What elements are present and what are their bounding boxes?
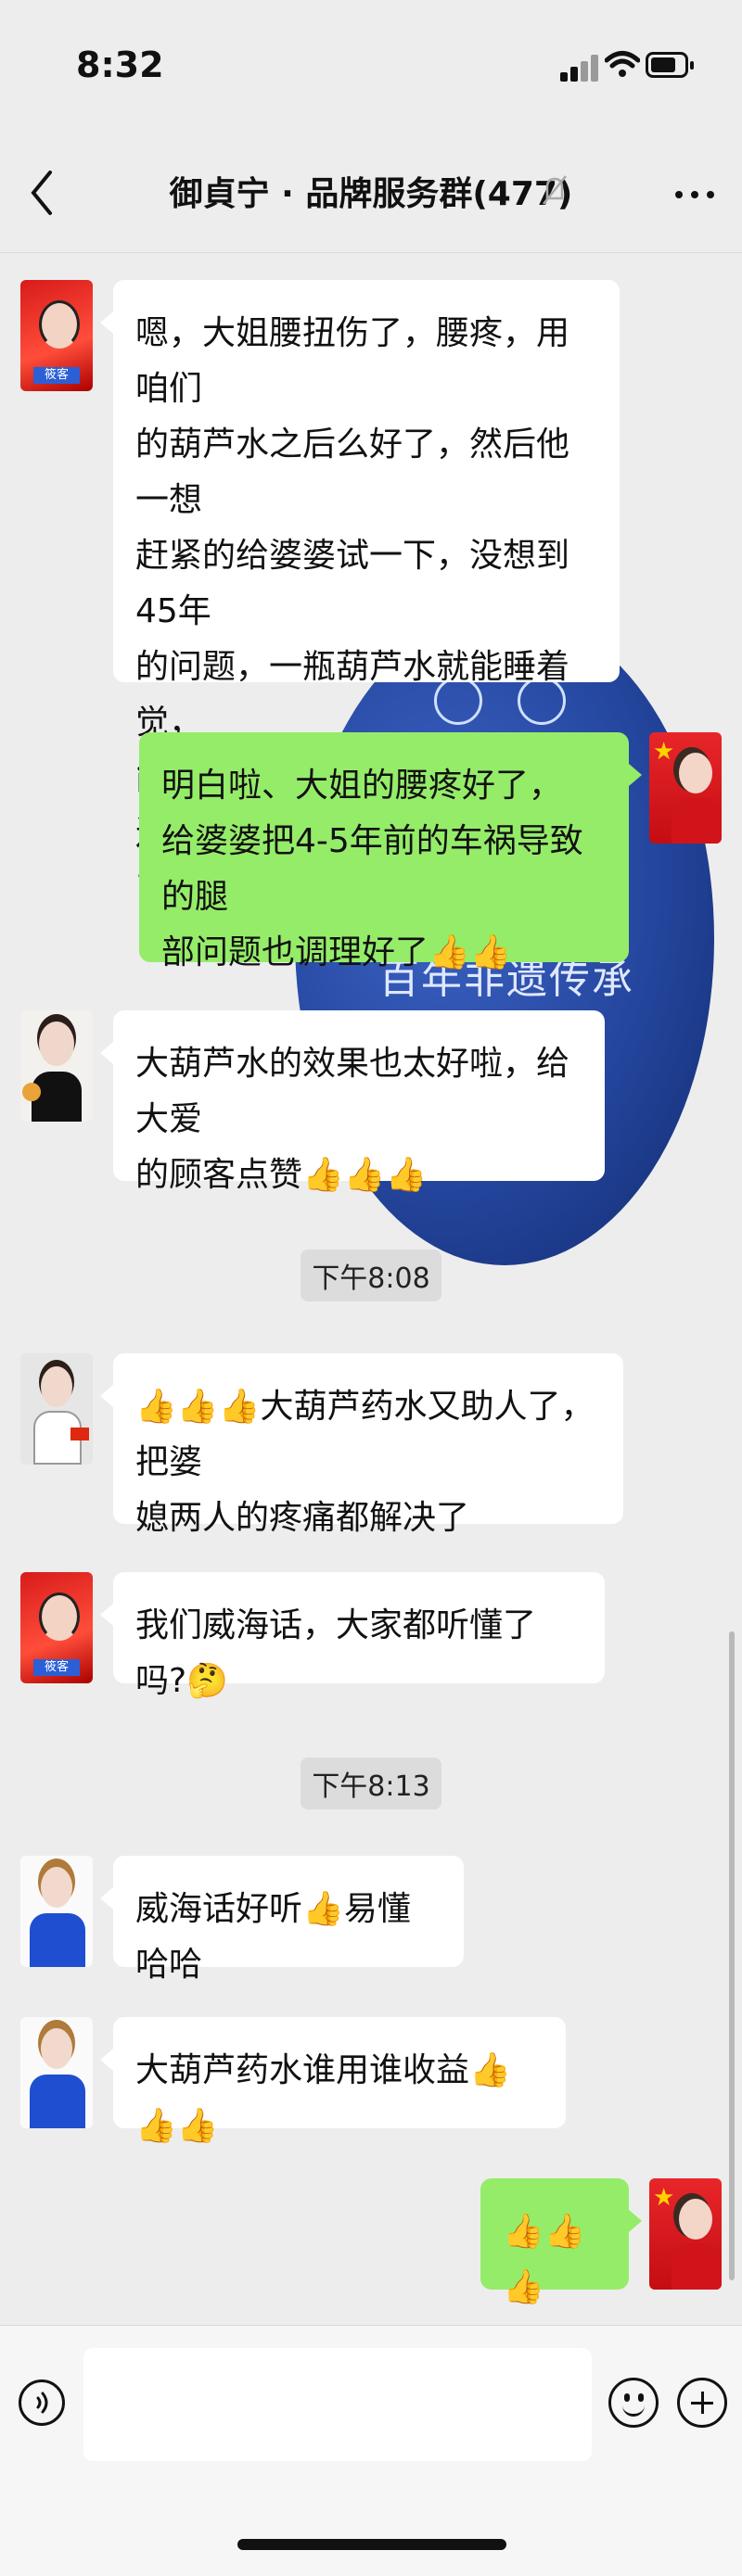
battery-icon xyxy=(646,52,694,78)
plus-icon[interactable] xyxy=(677,2378,727,2428)
input-bar xyxy=(0,2325,742,2576)
back-arrow-icon[interactable] xyxy=(24,165,61,221)
chat-header: 御貞宁 · 品牌服务群(477) xyxy=(0,139,742,253)
message-input[interactable] xyxy=(83,2348,592,2461)
voice-icon xyxy=(36,2392,48,2414)
status-time: 8:32 xyxy=(76,44,164,85)
wifi-icon xyxy=(605,51,640,77)
more-options-button[interactable] xyxy=(672,176,718,213)
timestamp: 下午8:13 xyxy=(0,1758,742,1809)
emoji-button[interactable] xyxy=(608,2378,659,2428)
message-bubble[interactable]: 我们威海话，大家都听懂了吗?🤔 xyxy=(100,1572,605,1700)
home-indicator xyxy=(237,2539,506,2550)
message-bubble[interactable]: 威海话好听👍易懂哈哈 xyxy=(100,1856,464,1984)
avatar[interactable] xyxy=(20,2017,93,2128)
avatar[interactable]: 筱客 xyxy=(20,280,93,391)
message-bubble[interactable]: 嗯，大姐腰扭伤了，腰疼，用咱们 的葫芦水之后么好了，然后他一想 赶紧的给婆婆试一… xyxy=(100,280,620,908)
avatar[interactable]: ★ xyxy=(649,732,722,844)
message-bubble[interactable]: 👍👍👍 xyxy=(480,2178,642,2306)
message-bubble[interactable]: 明白啦、大姐的腰疼好了， 给婆婆把4-5年前的车祸导致的腿 部问题也调理好了👍👍 xyxy=(139,732,642,971)
scrollbar[interactable] xyxy=(729,1631,735,2280)
avatar[interactable]: ★ xyxy=(649,2178,722,2290)
avatar[interactable] xyxy=(20,1353,93,1465)
status-bar: 8:32 xyxy=(0,0,742,139)
avatar[interactable]: 筱客 xyxy=(20,1572,93,1683)
avatar[interactable] xyxy=(20,1856,93,1967)
avatar[interactable] xyxy=(20,1010,93,1122)
cellular-signal-icon xyxy=(560,54,599,82)
message-bubble[interactable]: 大葫芦水的效果也太好啦，给大爱 的顾客点赞👍👍👍 xyxy=(100,1010,605,1194)
mute-bell-icon xyxy=(543,175,567,205)
message-bubble[interactable]: 👍👍👍大葫芦药水又助人了，把婆 媳两人的疼痛都解决了 xyxy=(100,1353,623,1537)
message-bubble[interactable]: 大葫芦药水谁用谁收益👍👍👍 xyxy=(100,2017,566,2145)
timestamp: 下午8:08 xyxy=(0,1250,742,1301)
voice-input-button[interactable] xyxy=(19,2379,65,2426)
